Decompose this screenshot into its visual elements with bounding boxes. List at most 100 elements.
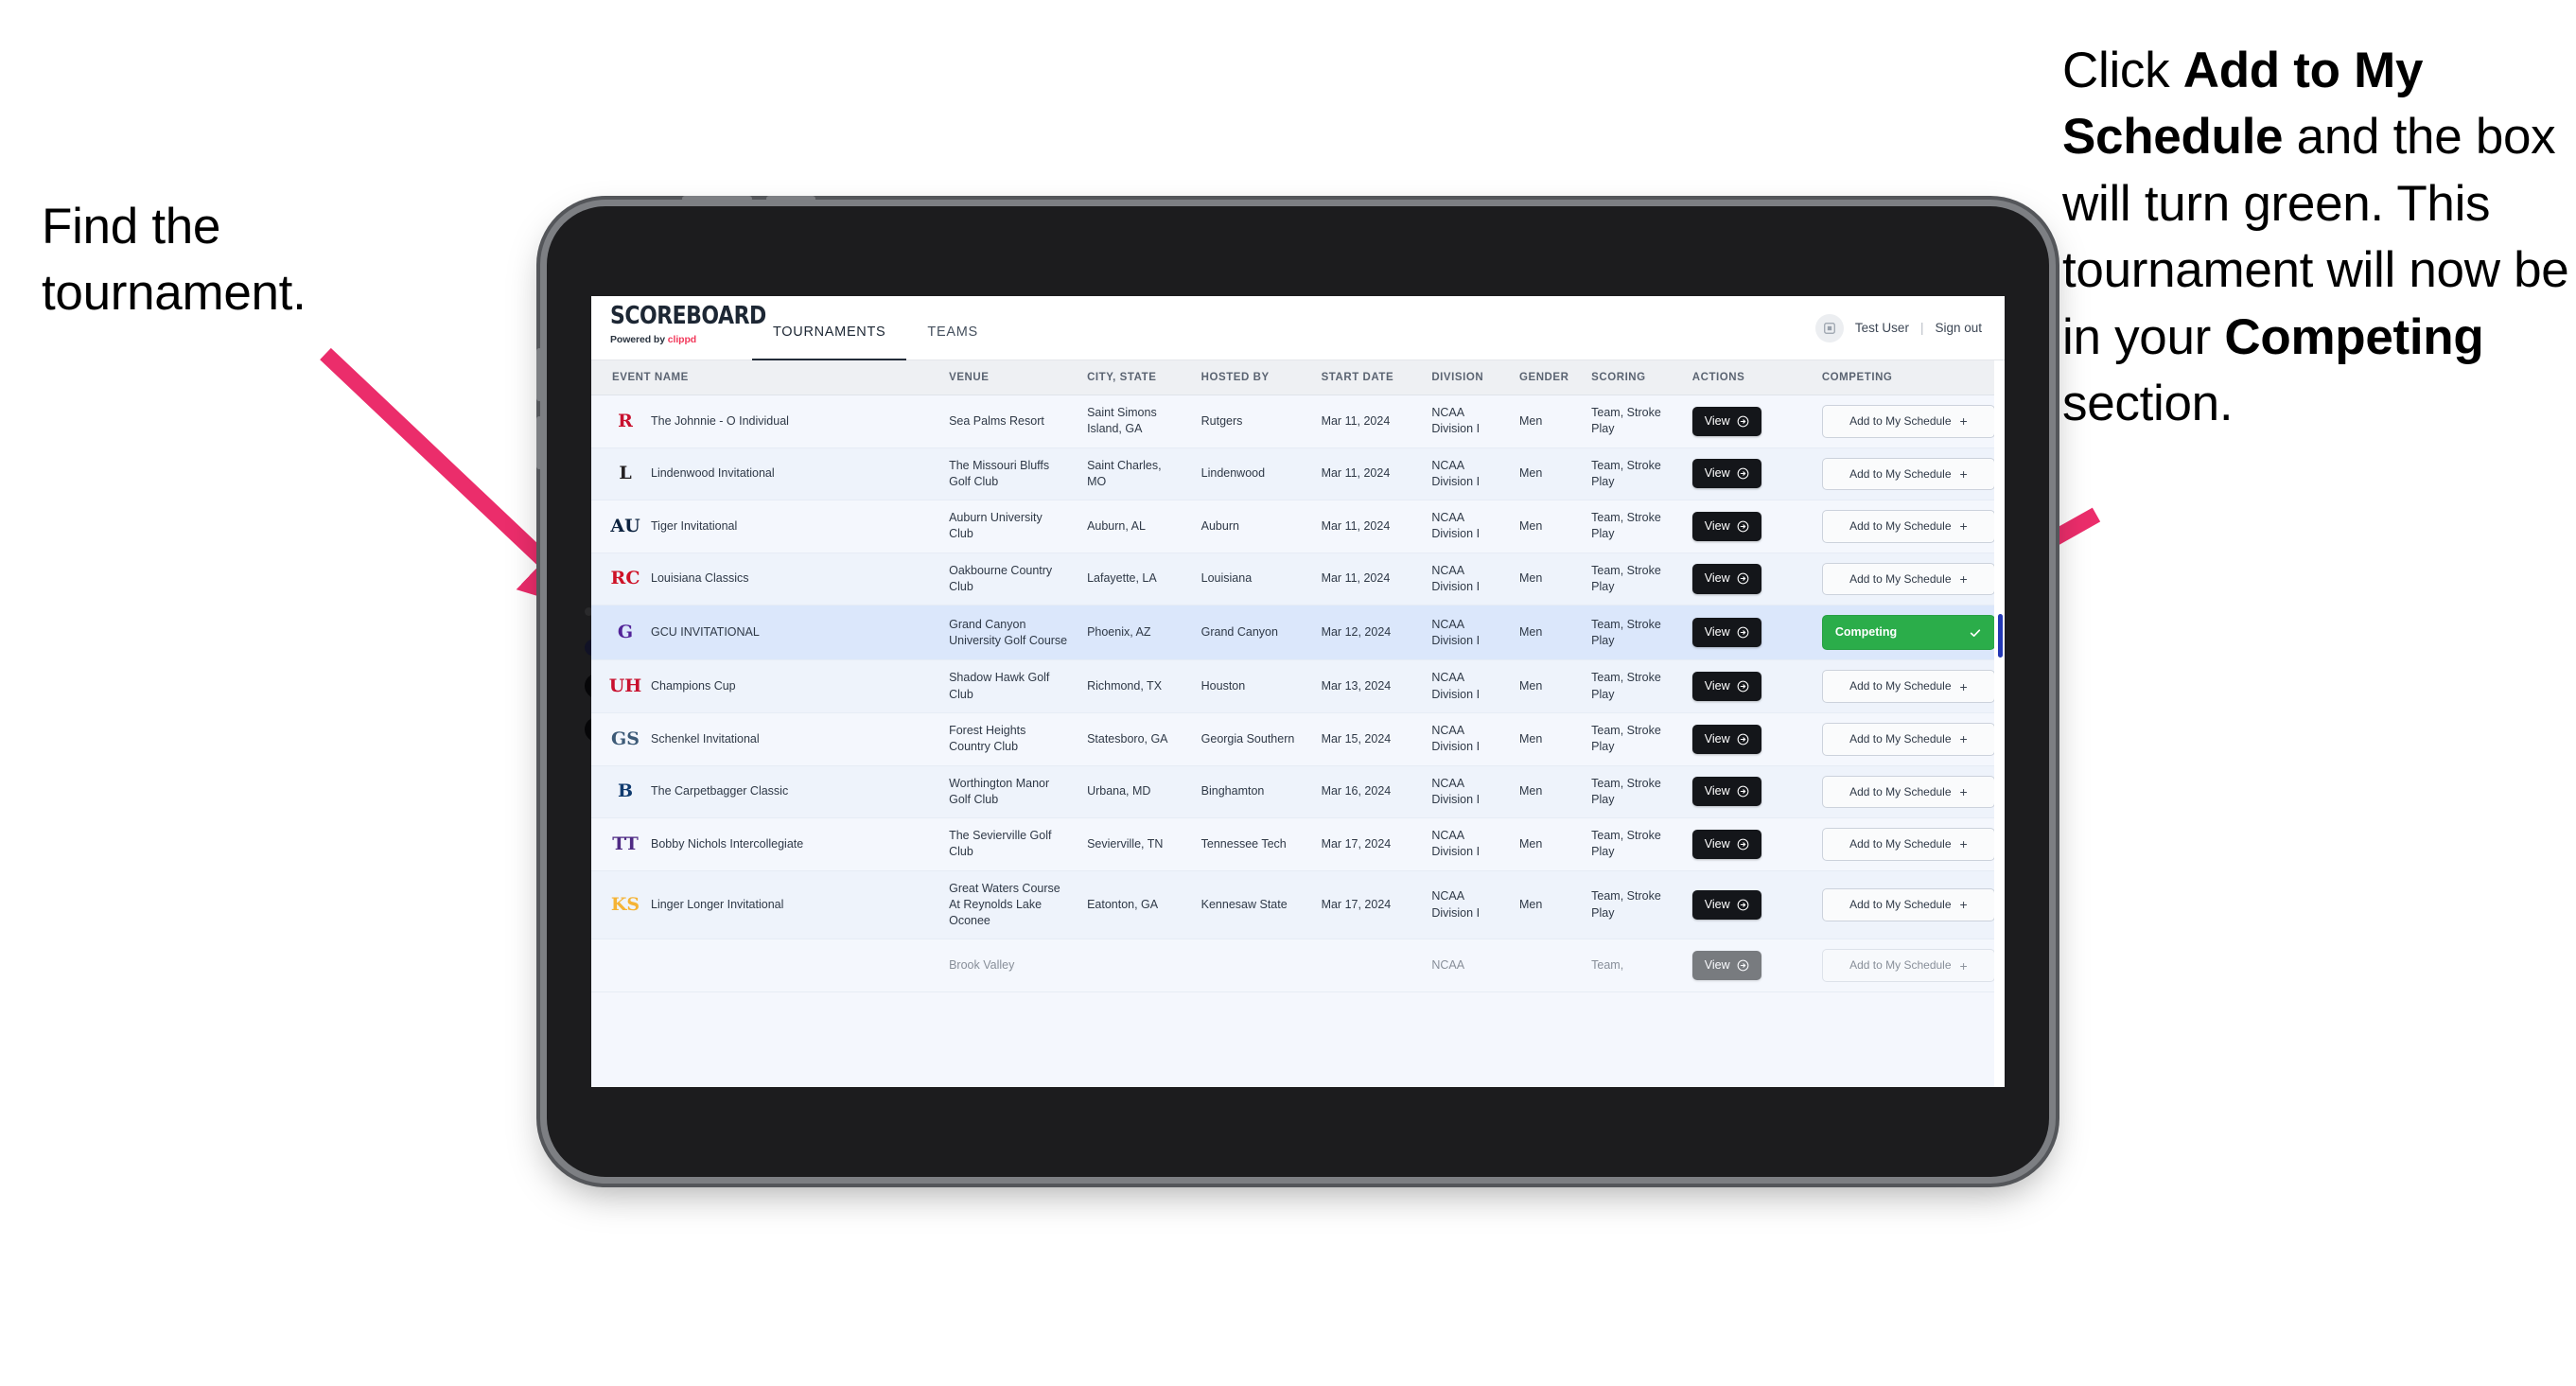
view-button[interactable]: View <box>1691 564 1761 594</box>
team-logo-icon: G <box>617 622 634 643</box>
column-header-start-date[interactable]: START DATE <box>1311 360 1423 395</box>
table-row[interactable]: KS Linger Longer Invitational Great Waters… <box>591 870 2005 940</box>
tournaments-table-container[interactable]: EVENT NAME VENUE CITY, STATE HOSTED BY S… <box>591 360 2005 1087</box>
column-header-city-state[interactable]: CITY, STATE <box>1078 360 1192 395</box>
table-row[interactable]: L Lindenwood Invitational The Missouri Blu… <box>591 447 2005 501</box>
column-header-hosted-by[interactable]: HOSTED BY <box>1191 360 1312 395</box>
view-button[interactable]: View <box>1691 724 1761 754</box>
table-row[interactable]: G GCU INVITATIONAL Grand Canyon University… <box>591 605 2005 661</box>
user-name[interactable]: Test User <box>1855 321 1909 335</box>
event-name-text: The Carpetbagger Classic <box>651 784 789 798</box>
table-row[interactable]: RC Louisiana Classics Oakbourne Country Cl… <box>591 553 2005 606</box>
add-to-my-schedule-button[interactable]: Add to My Schedule + <box>1821 562 1995 596</box>
add-to-my-schedule-button[interactable]: Add to My Schedule + <box>1821 949 1995 982</box>
table-row[interactable]: TT Bobby Nichols Intercollegiate The Sevie… <box>591 817 2005 871</box>
table-scrollbar-thumb[interactable] <box>1998 614 2003 658</box>
brand-logo[interactable]: SCOREBOARD Powered by clippd <box>591 296 766 360</box>
arrow-circle-right-icon <box>1737 680 1749 693</box>
add-to-my-schedule-button[interactable]: Add to My Schedule + <box>1821 510 1995 543</box>
add-to-my-schedule-label: Add to My Schedule <box>1849 731 1952 746</box>
cell-start-date: Mar 17, 2024 <box>1311 817 1423 871</box>
view-button[interactable]: View <box>1691 459 1761 489</box>
cell-scoring: Team, Stroke Play <box>1582 765 1683 819</box>
add-to-my-schedule-button[interactable]: Add to My Schedule + <box>1821 888 1995 921</box>
view-label: View <box>1704 679 1730 693</box>
table-scrollbar[interactable] <box>1994 360 2005 1087</box>
plus-icon: + <box>1959 957 1968 974</box>
table-row[interactable]: R The Johnnie - O Individual Sea Palms Res… <box>591 395 2005 448</box>
table-row[interactable]: B The Carpetbagger Classic Worthington Man… <box>591 765 2005 819</box>
table-body: R The Johnnie - O Individual Sea Palms Res… <box>591 395 2005 992</box>
cell-gender: Men <box>1509 870 1583 940</box>
cell-competing: Competing <box>1812 605 2005 661</box>
sign-out-link[interactable]: Sign out <box>1935 321 1982 335</box>
column-header-event-name[interactable]: EVENT NAME <box>591 360 940 395</box>
plus-icon: + <box>1959 465 1968 482</box>
arrow-circle-right-icon <box>1737 838 1749 851</box>
table-row[interactable]: GS Schenkel Invitational Forest Heights Co… <box>591 712 2005 766</box>
cell-venue: Brook Valley <box>939 939 1078 992</box>
tournaments-table: EVENT NAME VENUE CITY, STATE HOSTED BY S… <box>591 360 2005 992</box>
event-name-text: Lindenwood Invitational <box>651 466 775 481</box>
event-name-text: The Johnnie - O Individual <box>651 413 789 428</box>
column-header-venue[interactable]: VENUE <box>939 360 1078 395</box>
cell-city-state <box>1078 939 1192 992</box>
add-to-my-schedule-button[interactable]: Add to My Schedule + <box>1821 775 1995 809</box>
add-to-my-schedule-button[interactable]: Add to My Schedule + <box>1821 722 1995 756</box>
cell-venue: Great Waters Course At Reynolds Lake Oco… <box>939 870 1078 940</box>
add-to-my-schedule-button[interactable]: Add to My Schedule + <box>1821 828 1995 861</box>
cell-scoring: Team, Stroke Play <box>1582 712 1683 766</box>
cell-gender: Men <box>1509 605 1583 661</box>
column-header-division[interactable]: DIVISION <box>1422 360 1510 395</box>
add-to-my-schedule-label: Add to My Schedule <box>1849 679 1952 693</box>
cell-gender: Men <box>1509 712 1583 766</box>
view-button[interactable]: View <box>1691 406 1761 436</box>
view-button[interactable]: View <box>1691 889 1761 921</box>
power-button[interactable] <box>682 196 752 202</box>
add-to-my-schedule-button[interactable]: Add to My Schedule + <box>1821 670 1995 703</box>
column-header-competing[interactable]: COMPETING <box>1812 360 2005 395</box>
competing-badge[interactable]: Competing <box>1821 615 1995 651</box>
cell-actions: View <box>1682 817 1813 871</box>
view-button[interactable]: View <box>1691 672 1761 702</box>
tab-tournaments[interactable]: TOURNAMENTS <box>752 306 907 361</box>
view-button[interactable]: View <box>1691 777 1761 807</box>
tab-teams[interactable]: TEAMS <box>906 306 998 359</box>
cell-venue: The Sevierville Golf Club <box>939 817 1078 871</box>
view-button[interactable]: View <box>1691 618 1761 648</box>
cell-hosted-by: Auburn <box>1191 500 1312 553</box>
cell-event-name: UH Champions Cup <box>591 659 940 713</box>
cell-hosted-by: Georgia Southern <box>1191 712 1312 766</box>
volume-up-button[interactable] <box>536 348 542 401</box>
add-to-my-schedule-button[interactable]: Add to My Schedule + <box>1821 405 1995 438</box>
view-button[interactable]: View <box>1691 511 1761 541</box>
table-row[interactable]: UH Champions Cup Shadow Hawk Golf Club Rich… <box>591 659 2005 713</box>
cell-scoring: Team, Stroke Play <box>1582 500 1683 553</box>
annotation-right: Click Add to My Schedule and the box wil… <box>2062 43 2569 432</box>
cell-start-date: Mar 11, 2024 <box>1311 447 1423 501</box>
add-to-my-schedule-button[interactable]: Add to My Schedule + <box>1821 457 1995 491</box>
cell-division: NCAA Division I <box>1422 765 1510 819</box>
avatar[interactable] <box>1814 313 1844 342</box>
column-header-gender[interactable]: GENDER <box>1509 360 1583 395</box>
volume-down-button[interactable] <box>536 416 542 469</box>
table-row[interactable]: Brook Valley NCAA Team, View Add to My Sched… <box>591 939 2005 992</box>
cell-actions: View <box>1682 605 1813 661</box>
cell-city-state: Saint Charles, MO <box>1078 447 1192 501</box>
brand-subtitle: Powered by clippd <box>610 334 752 345</box>
column-header-scoring[interactable]: SCORING <box>1582 360 1683 395</box>
cell-event-name: B The Carpetbagger Classic <box>591 765 940 819</box>
add-to-my-schedule-label: Add to My Schedule <box>1849 414 1952 428</box>
power-button-secondary[interactable] <box>766 196 815 202</box>
cell-start-date: Mar 16, 2024 <box>1311 765 1423 819</box>
view-button[interactable]: View <box>1691 829 1761 859</box>
event-name-text: Tiger Invitational <box>651 518 738 533</box>
nav-tabs: TOURNAMENTS TEAMS <box>752 296 999 361</box>
cell-hosted-by: Houston <box>1191 659 1312 713</box>
table-row[interactable]: AU Tiger Invitational Auburn University Cl… <box>591 500 2005 553</box>
cell-competing: Add to My Schedule + <box>1812 395 2005 448</box>
view-button[interactable]: View <box>1691 951 1761 981</box>
app-header: SCOREBOARD Powered by clippd TOURNAMENTS… <box>591 296 2005 361</box>
cell-start-date: Mar 11, 2024 <box>1311 500 1423 553</box>
column-header-actions[interactable]: ACTIONS <box>1682 360 1813 395</box>
